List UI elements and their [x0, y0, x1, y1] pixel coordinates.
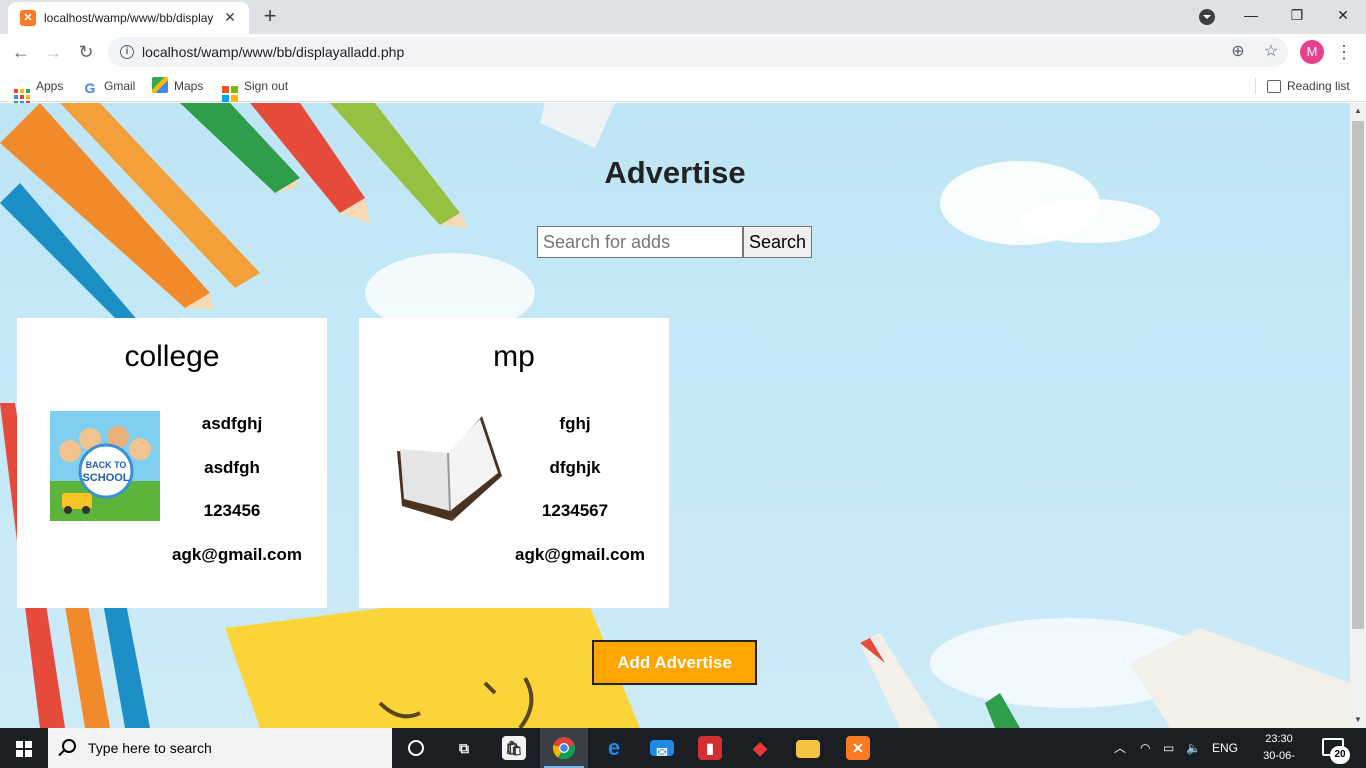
menu-dots-icon[interactable]: ⋮	[1334, 39, 1354, 65]
book-reader-icon: ▮	[698, 736, 722, 760]
bookmark-apps[interactable]: Apps	[14, 76, 64, 105]
task-view-icon: ⧉	[459, 740, 469, 756]
bookmark-maps[interactable]: Maps	[152, 76, 203, 96]
notification-count-badge: 20	[1330, 746, 1350, 764]
bookmark-star-icon[interactable]: ☆	[1261, 42, 1281, 62]
reading-list-label: Reading list	[1287, 79, 1350, 93]
svg-text:SCHOOL: SCHOOL	[82, 472, 129, 484]
bookmark-label: Apps	[36, 79, 64, 93]
mail-envelope-icon: ✉	[650, 740, 674, 760]
search-icon	[62, 739, 76, 753]
store-bag-icon: 🛍	[502, 736, 526, 760]
page-scrollbar[interactable]: ▲ ▼	[1350, 103, 1366, 728]
wifi-icon[interactable]: ◠	[1140, 728, 1150, 768]
ad-line-1: asdfghj	[201, 414, 263, 433]
tab-search-icon[interactable]	[1199, 9, 1215, 25]
clock-date: 30-06-2021	[1263, 750, 1295, 768]
stack-app[interactable]: ◆	[736, 728, 784, 768]
clock-time: 23:30	[1265, 733, 1293, 745]
taskbar-search-box[interactable]: Type here to search	[48, 728, 392, 768]
ad-line-2: dfghjk	[549, 458, 601, 477]
start-button[interactable]	[0, 728, 48, 768]
bookmarks-bar: Apps G Gmail Maps Sign out Reading list	[0, 70, 1366, 105]
xampp-app[interactable]: ✕	[834, 728, 882, 768]
reload-icon[interactable]: ↻	[73, 39, 99, 65]
edge-icon: e	[607, 735, 621, 760]
browser-tab-strip: ✕ localhost/wamp/www/bb/display ✕ + — ❐ …	[0, 0, 1366, 34]
windows-taskbar: Type here to search ⧉ 🛍 e ✉ ▮ ◆ ✕ ︿ ◠ ▭ …	[0, 728, 1366, 768]
ad-title: college	[124, 340, 220, 373]
windows-logo-icon	[222, 86, 238, 102]
close-tab-icon[interactable]: ✕	[221, 8, 239, 26]
ad-email: agk@gmail.com	[172, 545, 302, 564]
tab-title: localhost/wamp/www/bb/display	[44, 11, 214, 25]
browser-tab[interactable]: ✕ localhost/wamp/www/bb/display ✕	[8, 2, 249, 34]
windows-start-icon	[16, 741, 32, 757]
xampp-icon: ✕	[846, 736, 870, 760]
info-icon[interactable]: i	[120, 45, 134, 59]
ad-line-3: 1234567	[541, 501, 609, 520]
open-book-image	[397, 416, 502, 521]
search-input[interactable]	[537, 226, 743, 258]
reader-app[interactable]: ▮	[686, 728, 734, 768]
mail-app[interactable]: ✉	[638, 728, 686, 768]
battery-icon[interactable]: ▭	[1163, 728, 1174, 768]
layers-stack-icon: ◆	[753, 738, 767, 758]
chrome-app[interactable]	[540, 728, 588, 768]
xampp-favicon-icon: ✕	[20, 10, 36, 26]
volume-icon[interactable]: 🔈	[1186, 728, 1201, 768]
edge-app[interactable]: e	[590, 728, 638, 768]
bookmark-sign-out[interactable]: Sign out	[222, 76, 289, 102]
search-button[interactable]: Search	[743, 226, 812, 258]
bookmark-separator	[1255, 78, 1256, 94]
address-bar[interactable]: i localhost/wamp/www/bb/displayalladd.ph…	[108, 37, 1288, 67]
profile-avatar[interactable]: M	[1300, 40, 1324, 64]
forward-arrow-icon[interactable]: →	[40, 39, 66, 65]
url-text[interactable]: localhost/wamp/www/bb/displayalladd.php	[142, 44, 404, 60]
system-clock[interactable]: 23:30 30-06-2021	[1256, 731, 1302, 768]
scrollbar-thumb[interactable]	[1352, 121, 1364, 629]
page-viewport: Advertise Search college BACK TO SCHOOL …	[0, 103, 1350, 728]
minimize-button[interactable]: —	[1228, 0, 1274, 32]
page-title: Advertise	[604, 155, 746, 190]
scroll-up-arrow-icon[interactable]: ▲	[1350, 103, 1366, 119]
google-g-icon: G	[84, 80, 96, 96]
bookmark-gmail[interactable]: G Gmail	[82, 76, 136, 96]
restore-button[interactable]: ❐	[1274, 0, 1320, 32]
task-view-button[interactable]: ⧉	[440, 728, 488, 768]
taskbar-search-placeholder: Type here to search	[88, 740, 212, 756]
maps-icon	[152, 77, 168, 93]
close-window-button[interactable]: ✕	[1320, 0, 1366, 32]
ad-card: college BACK TO SCHOOL asdfghj asdfgh 12…	[17, 318, 327, 608]
bookmark-label: Sign out	[244, 79, 289, 93]
reading-list-icon	[1267, 80, 1281, 93]
ad-line-2: asdfgh	[204, 458, 260, 477]
zoom-icon[interactable]: ⊕	[1228, 42, 1248, 62]
ad-line-1: fghj	[559, 414, 591, 433]
folder-icon	[796, 740, 820, 758]
cortana-circle-icon	[408, 740, 424, 756]
ad-card: mp fghj dfghjk 1234567 agk@gmail.com	[359, 318, 669, 608]
ad-email: agk@gmail.com	[515, 545, 645, 564]
cortana-button[interactable]	[392, 728, 440, 768]
new-tab-button[interactable]: +	[258, 5, 282, 29]
language-indicator[interactable]: ENG	[1212, 728, 1238, 768]
bookmark-label: Gmail	[104, 79, 136, 93]
ad-title: mp	[493, 340, 535, 373]
back-to-school-image: BACK TO SCHOOL	[50, 411, 160, 521]
store-app[interactable]: 🛍	[490, 728, 538, 768]
add-advertise-button[interactable]: Add Advertise	[592, 640, 757, 685]
reading-list-button[interactable]: Reading list	[1267, 76, 1350, 96]
back-arrow-icon[interactable]: ←	[8, 39, 34, 65]
ad-line-3: 123456	[203, 501, 261, 520]
bookmark-label: Maps	[174, 79, 204, 93]
chrome-icon	[552, 737, 576, 760]
scroll-down-arrow-icon[interactable]: ▼	[1350, 712, 1366, 728]
show-hidden-icons-icon[interactable]: ︿	[1114, 728, 1126, 768]
file-explorer-app[interactable]	[784, 728, 832, 768]
browser-toolbar: ← → ↻ i localhost/wamp/www/bb/displayall…	[0, 34, 1366, 70]
svg-text:BACK TO: BACK TO	[86, 460, 127, 470]
